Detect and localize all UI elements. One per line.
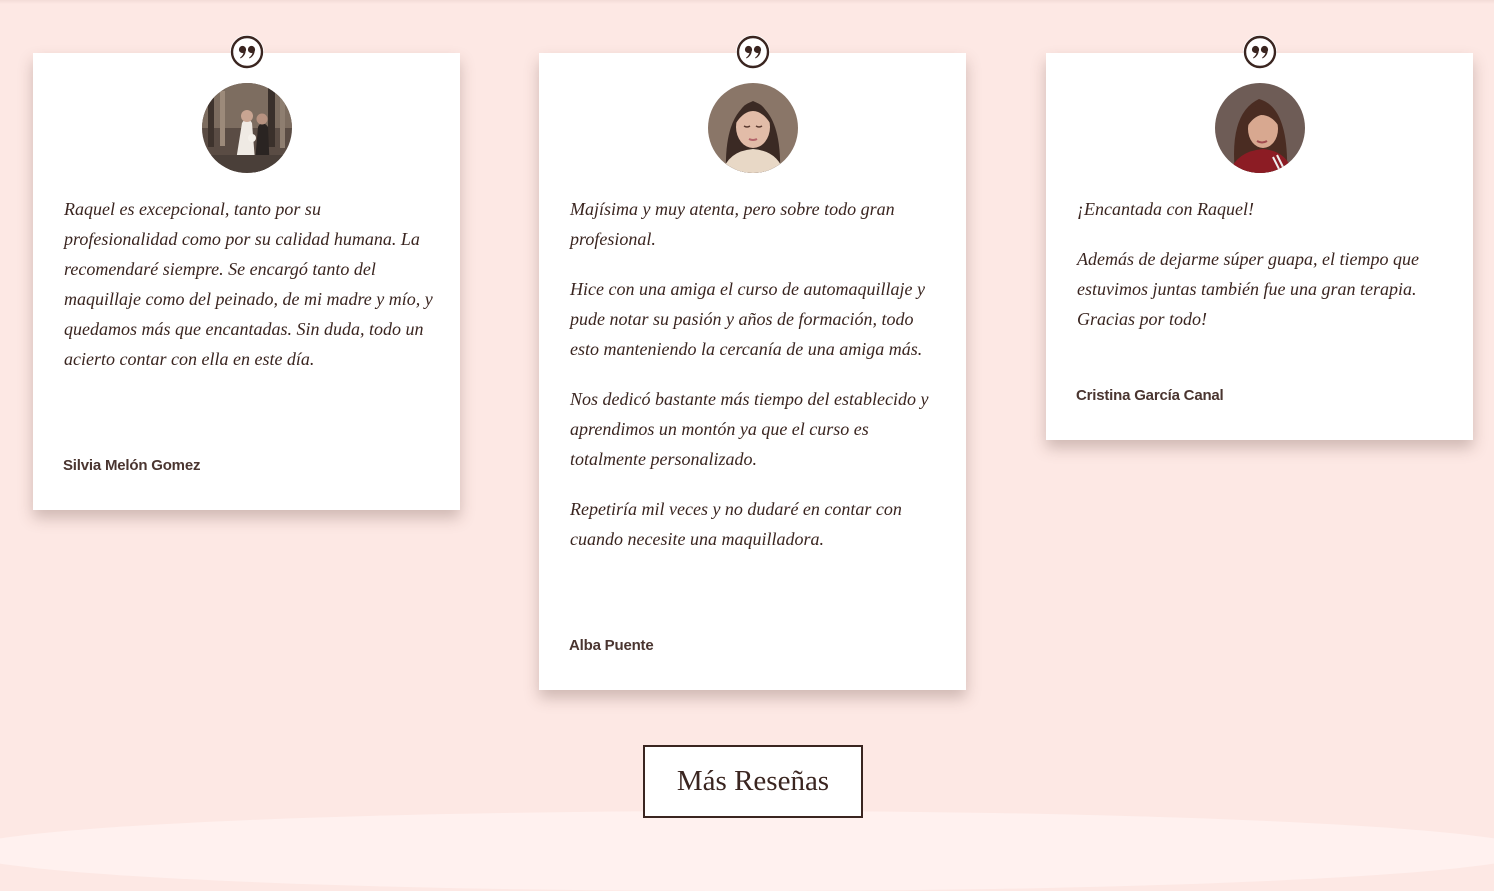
quote-icon bbox=[1242, 35, 1277, 69]
review-paragraph: ¡Encantada con Raquel! bbox=[1077, 199, 1254, 219]
quote-icon bbox=[735, 35, 770, 69]
testimonial-card: Raquel es excepcional, tanto por su prof… bbox=[33, 35, 460, 510]
avatar-photo bbox=[201, 83, 292, 173]
review-text: ¡Encantada con Raquel! Además de dejarme… bbox=[1077, 194, 1447, 354]
review-paragraph: Majísima y muy atenta, pero sobre todo g… bbox=[570, 199, 895, 249]
avatar-photo bbox=[707, 83, 798, 173]
review-paragraph: Hice con una amiga el curso de automaqui… bbox=[570, 279, 925, 359]
review-author: Silvia Melón Gomez bbox=[63, 457, 201, 474]
quote-icon bbox=[229, 35, 264, 69]
review-text: Raquel es excepcional, tanto por su prof… bbox=[64, 194, 434, 394]
more-reviews-button[interactable]: Más Reseñas bbox=[643, 745, 863, 818]
testimonial-card: Majísima y muy atenta, pero sobre todo g… bbox=[539, 35, 966, 690]
review-author: Cristina García Canal bbox=[1076, 387, 1224, 404]
review-author: Alba Puente bbox=[569, 637, 654, 654]
review-paragraph: Nos dedicó bastante más tiempo del estab… bbox=[570, 389, 929, 469]
testimonial-card: ¡Encantada con Raquel! Además de dejarme… bbox=[1046, 35, 1473, 440]
review-paragraph: Repetiría mil veces y no dudaré en conta… bbox=[570, 499, 902, 549]
review-paragraph: Raquel es excepcional, tanto por su prof… bbox=[64, 199, 433, 369]
review-paragraph: Además de dejarme súper guapa, el tiempo… bbox=[1077, 249, 1419, 329]
top-divider bbox=[0, 0, 1494, 4]
bottom-curve-decoration bbox=[0, 811, 1494, 891]
review-text: Majísima y muy atenta, pero sobre todo g… bbox=[570, 194, 940, 574]
avatar-photo bbox=[1214, 83, 1305, 173]
